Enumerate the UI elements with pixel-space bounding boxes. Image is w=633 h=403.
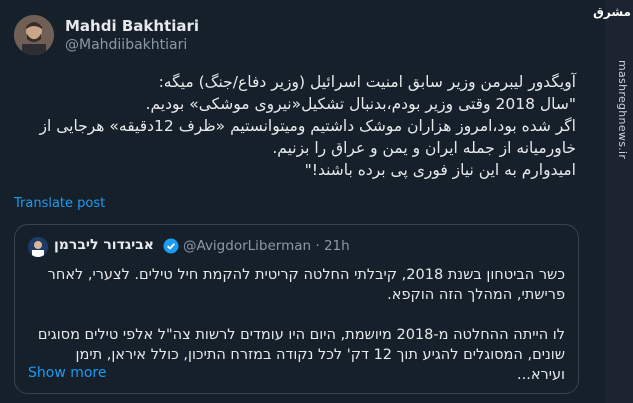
tweet-text: آویگدور لیبرمن وزیر سابق امنیت اسرائیل (…	[39, 73, 577, 179]
quoted-author-name[interactable]: אביגדור ליברמן	[54, 237, 154, 253]
author-name[interactable]: Mahdi Bakhtiari	[65, 17, 199, 35]
quoted-author-handle[interactable]: @AvigdorLiberman	[183, 238, 311, 254]
translate-post-link[interactable]: Translate post	[14, 196, 105, 211]
quoted-author-avatar[interactable]	[28, 237, 48, 257]
author-avatar[interactable]	[14, 15, 54, 55]
mashregh-logo: مشرق	[593, 5, 631, 19]
quoted-tweet-text: כשר הביטחון בשנת 2018, קיבלתי החלטה קריט…	[28, 265, 565, 385]
watermark-sidebar: مشرق mashreghnews.ir	[593, 0, 633, 403]
quoted-paragraph-2: לו הייתה ההחלטה מ-2018 מיושמת, היום היו …	[37, 327, 565, 383]
quoted-author-meta: @AvigdorLiberman · 21h	[183, 238, 350, 254]
site-watermark: mashreghnews.ir	[616, 60, 629, 160]
meta-separator: ·	[315, 238, 320, 254]
quoted-post-time[interactable]: 21h	[324, 238, 350, 254]
quoted-paragraph-1: כשר הביטחון בשנת 2018, קיבלתי החלטה קריט…	[47, 267, 565, 303]
show-more-link[interactable]: Show more	[28, 365, 107, 381]
tweet: Mahdi Bakhtiari @Mahdiibakhtiari آویگدور…	[0, 0, 605, 403]
verified-badge-icon	[163, 238, 179, 254]
quoted-tweet[interactable]: אביגדור ליברמן @AvigdorLiberman · 21h כש…	[14, 224, 579, 394]
author-handle[interactable]: @Mahdiibakhtiari	[65, 37, 187, 53]
